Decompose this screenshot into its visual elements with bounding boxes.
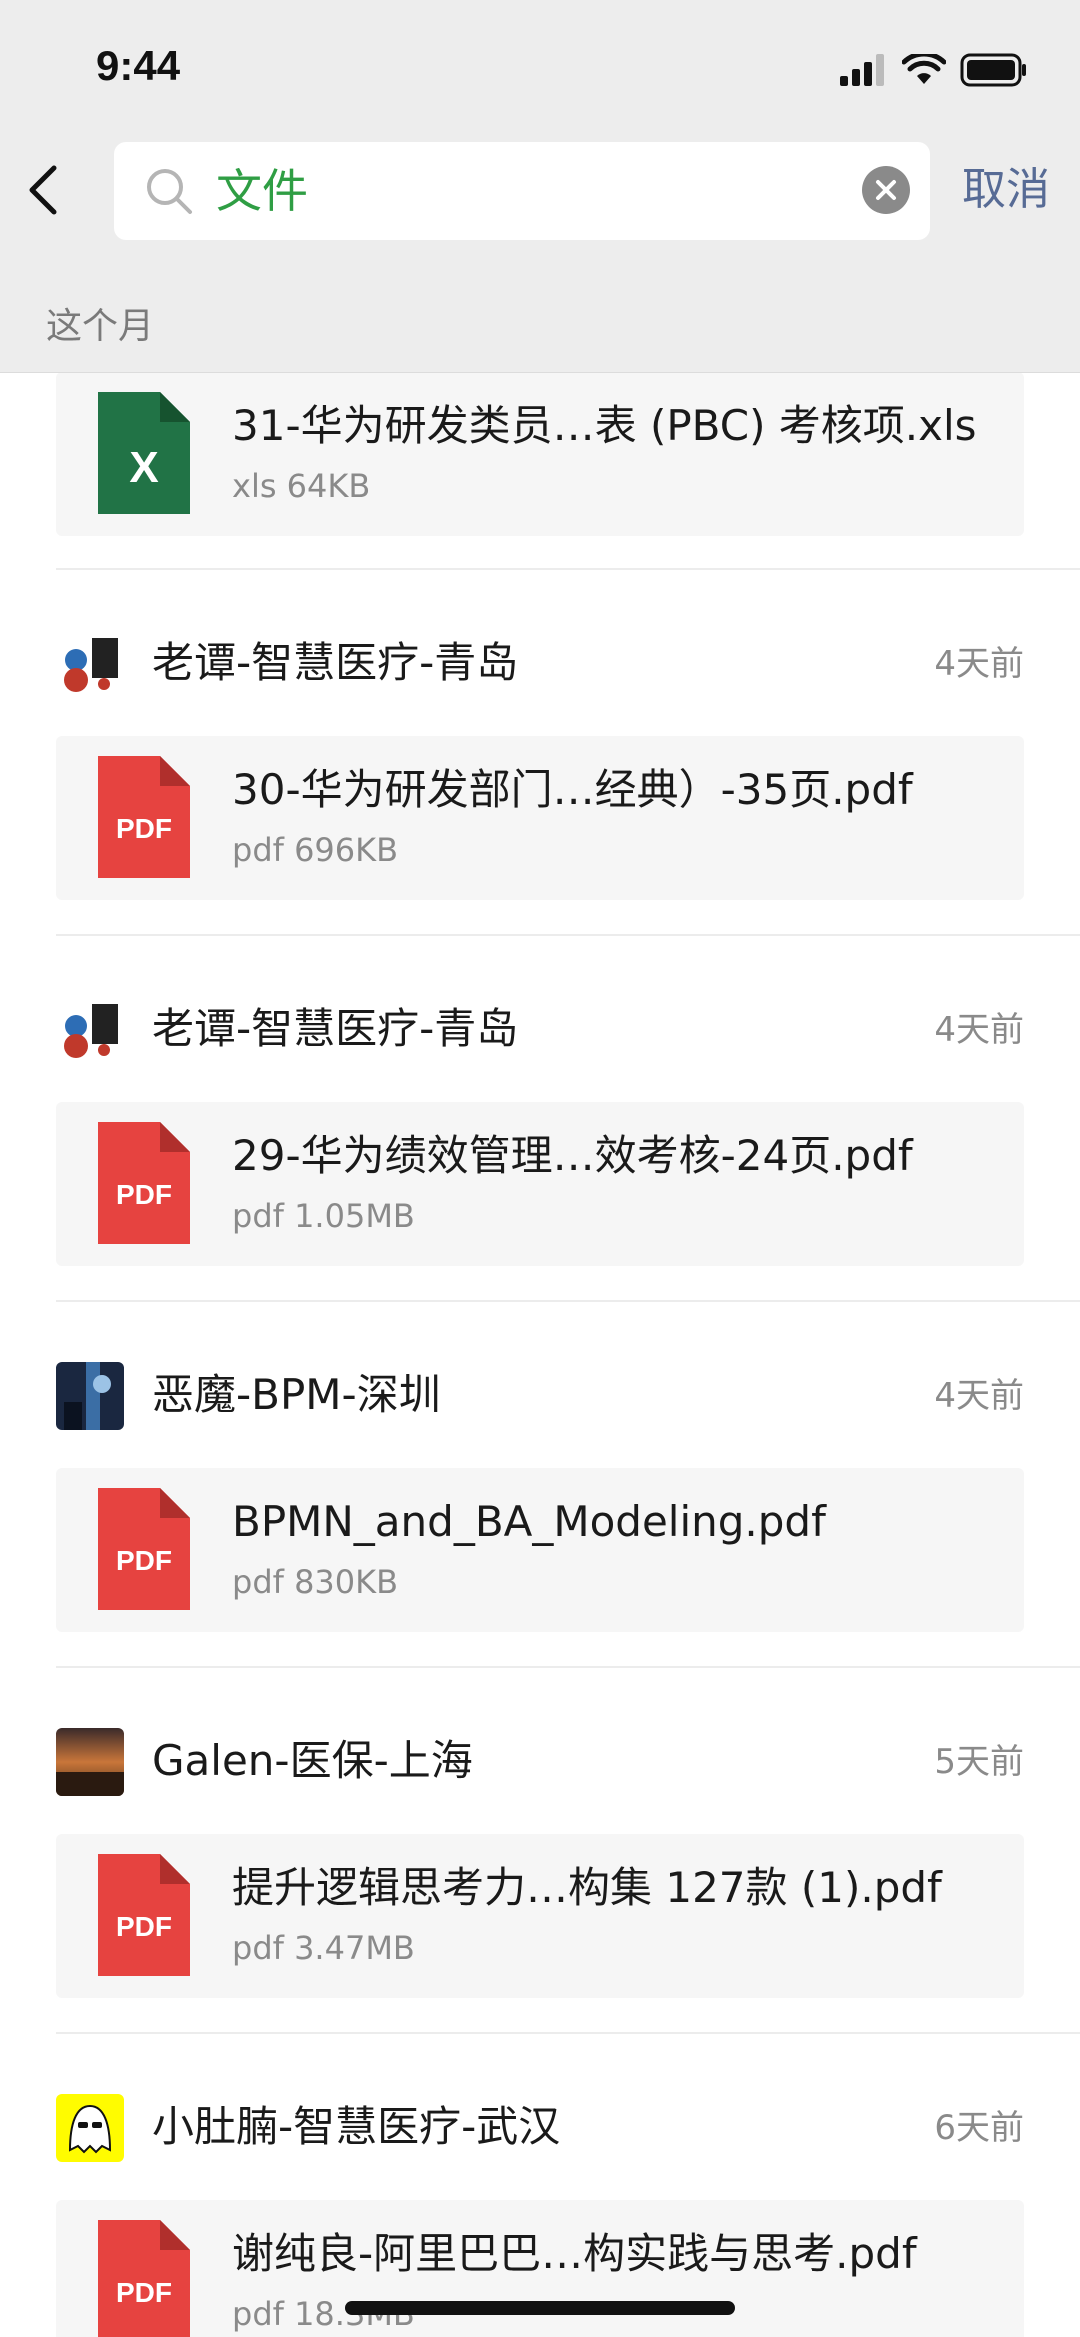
sender-time: 4天前: [934, 644, 1024, 684]
file-type-badge: PDF: [116, 1545, 172, 1576]
file-name: 30-华为研发部门…经典）-35页.pdf: [232, 765, 913, 814]
sender-row[interactable]: 恶魔-BPM-深圳 4天前: [0, 1360, 1080, 1432]
sender-row[interactable]: Galen-医保-上海 5天前: [0, 1726, 1080, 1798]
sender-name: 小肚腩-智慧医疗-武汉: [152, 2102, 561, 2151]
pdf-file-icon: PDF: [98, 1488, 190, 1610]
search-field[interactable]: 文件: [114, 142, 930, 240]
sender-row[interactable]: 老谭-智慧医疗-青岛 4天前: [0, 994, 1080, 1066]
close-icon: [876, 180, 896, 200]
cancel-button[interactable]: 取消: [962, 160, 1050, 220]
sender-time: 6天前: [934, 2108, 1024, 2148]
file-meta: xls 64KB: [232, 467, 371, 505]
clear-search-button[interactable]: [862, 166, 910, 214]
sender-name: 恶魔-BPM-深圳: [152, 1370, 441, 1419]
file-type-badge: PDF: [116, 813, 172, 844]
status-icons: [840, 50, 1028, 90]
file-name: 31-华为研发类员…表 (PBC) 考核项.xls: [232, 401, 977, 450]
pdf-file-icon: PDF: [98, 1122, 190, 1244]
divider: [56, 1666, 1080, 1668]
back-button[interactable]: [24, 160, 64, 220]
sender-name: 老谭-智慧医疗-青岛: [152, 1004, 519, 1053]
file-card[interactable]: PDF BPMN_and_BA_Modeling.pdf pdf 830KB: [56, 1468, 1024, 1632]
cartoon-avatar: [56, 630, 124, 698]
header: 9:44 文件 取消 这个月: [0, 0, 1080, 373]
pdf-file-icon: PDF: [98, 2220, 190, 2337]
search-results-page: 9:44 文件 取消 这个月 X 31-华为研发类员…表 (PBC) 考核项.x…: [0, 0, 1080, 2337]
sender-time: 4天前: [934, 1376, 1024, 1416]
file-card[interactable]: X 31-华为研发类员…表 (PBC) 考核项.xls xls 64KB: [56, 372, 1024, 536]
sender-time: 4天前: [934, 1010, 1024, 1050]
search-icon: [147, 169, 192, 214]
status-time: 9:44: [96, 42, 181, 89]
file-name: 提升逻辑思考力…构集 127款 (1).pdf: [232, 1863, 942, 1912]
file-card[interactable]: PDF 29-华为绩效管理…效考核-24页.pdf pdf 1.05MB: [56, 1102, 1024, 1266]
cartoon-avatar: [56, 996, 124, 1064]
chevron-left-icon: [29, 165, 57, 215]
file-name: 谢纯良-阿里巴巴…构实践与思考.pdf: [232, 2229, 917, 2278]
file-type-badge: PDF: [116, 1911, 172, 1942]
home-indicator[interactable]: [345, 2301, 735, 2315]
sender-time: 5天前: [934, 1742, 1024, 1782]
sender-row[interactable]: 老谭-智慧医疗-青岛 4天前: [0, 628, 1080, 700]
file-type-badge: PDF: [116, 2277, 172, 2308]
divider: [56, 2032, 1080, 2034]
file-name: 29-华为绩效管理…效考核-24页.pdf: [232, 1131, 913, 1180]
photo-avatar: [56, 1362, 124, 1430]
sender-name: 老谭-智慧医疗-青岛: [152, 638, 519, 687]
file-meta: pdf 3.47MB: [232, 1929, 415, 1967]
sender-row[interactable]: 小肚腩-智慧医疗-武汉 6天前: [0, 2092, 1080, 2164]
battery-icon: [960, 53, 1026, 87]
divider: [56, 1300, 1080, 1302]
sender-name: Galen-医保-上海: [152, 1736, 473, 1785]
xls-file-icon: X: [98, 392, 190, 514]
pdf-file-icon: PDF: [98, 756, 190, 878]
file-meta: pdf 1.05MB: [232, 1197, 415, 1235]
divider: [56, 934, 1080, 936]
file-type-badge: X: [129, 443, 158, 492]
file-type-badge: PDF: [116, 1179, 172, 1210]
file-meta: pdf 830KB: [232, 1563, 399, 1601]
file-meta: pdf 696KB: [232, 831, 399, 869]
divider: [56, 568, 1080, 570]
file-card[interactable]: PDF 提升逻辑思考力…构集 127款 (1).pdf pdf 3.47MB: [56, 1834, 1024, 1998]
wifi-icon: [902, 54, 946, 84]
section-label-this-month: 这个月: [46, 306, 155, 347]
signal-icon: [840, 54, 884, 86]
file-name: BPMN_and_BA_Modeling.pdf: [232, 1497, 826, 1546]
file-card[interactable]: PDF 谢纯良-阿里巴巴…构实践与思考.pdf pdf 18.3MB: [56, 2200, 1024, 2337]
pdf-file-icon: PDF: [98, 1854, 190, 1976]
file-card[interactable]: PDF 30-华为研发部门…经典）-35页.pdf pdf 696KB: [56, 736, 1024, 900]
ghost-avatar: [56, 2094, 124, 2162]
sunset-avatar: [56, 1728, 124, 1796]
search-input[interactable]: 文件: [216, 160, 308, 222]
